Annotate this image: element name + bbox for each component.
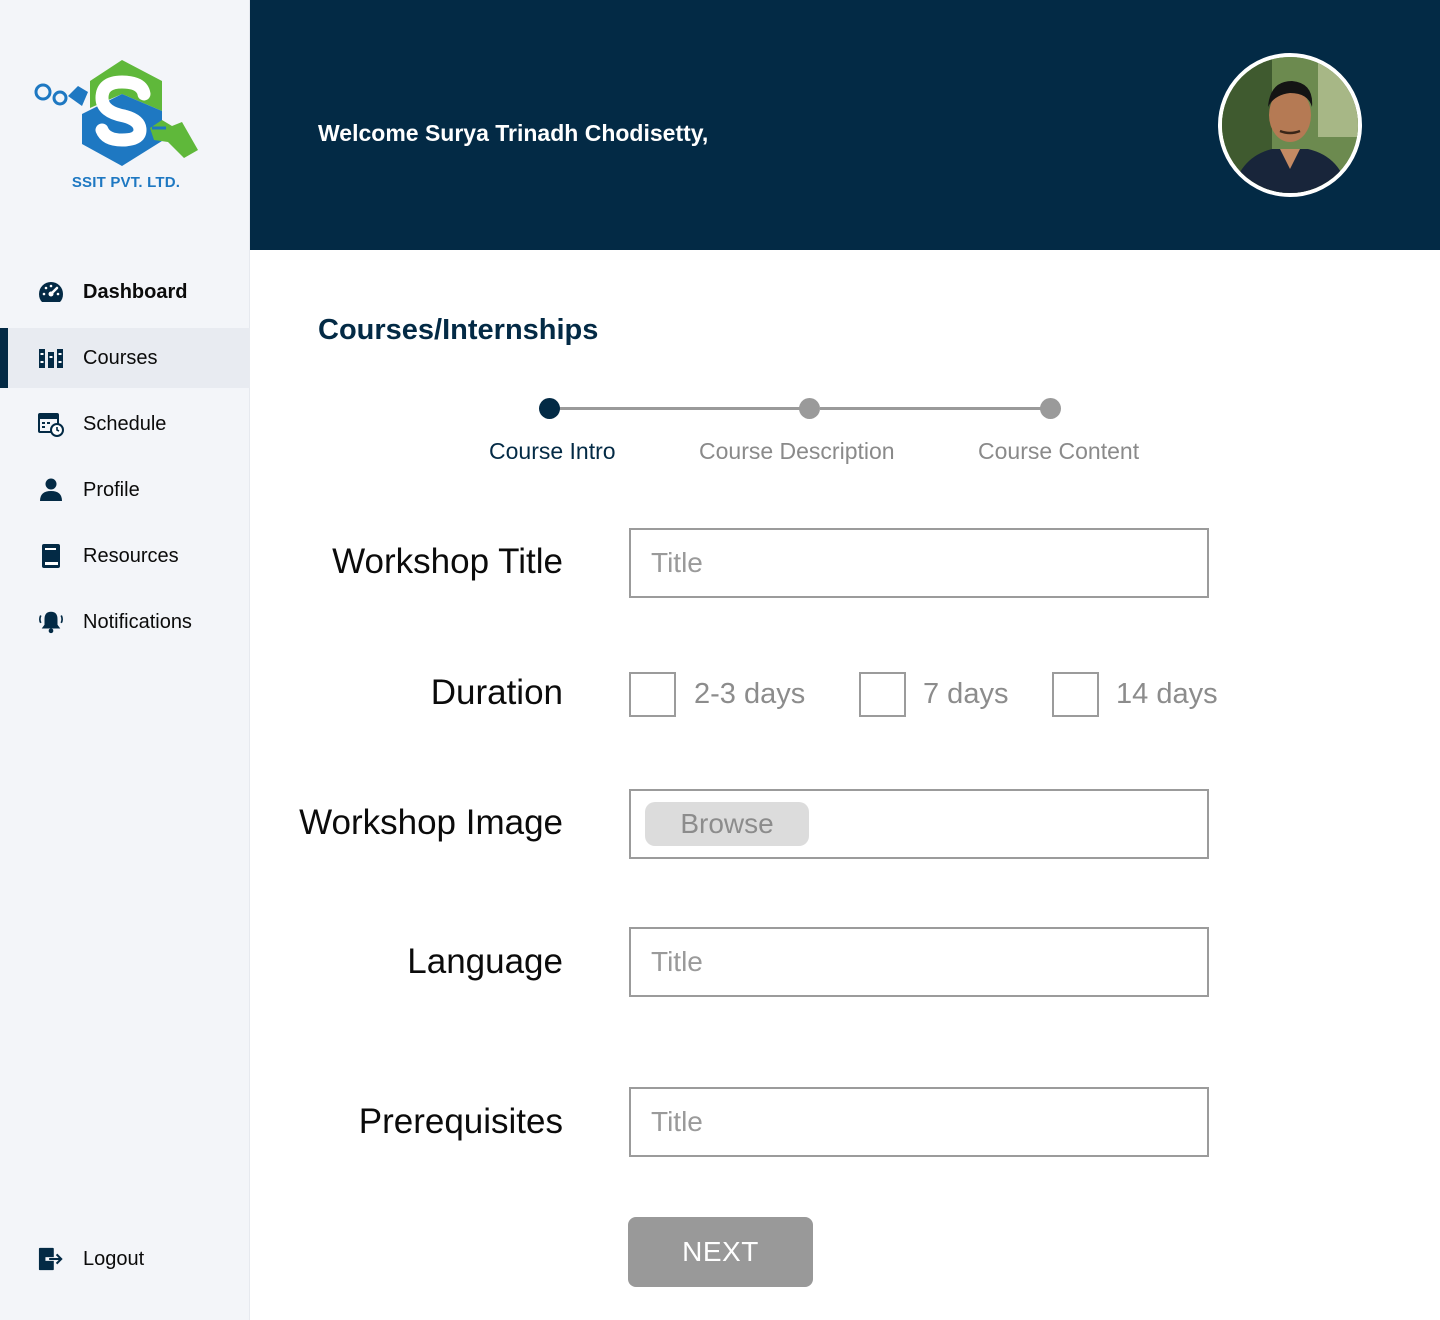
language-input[interactable] (629, 927, 1209, 997)
step-dot-course-intro[interactable] (539, 398, 560, 419)
duration-checkbox-7-days[interactable] (859, 672, 906, 717)
logout-icon (38, 1246, 64, 1272)
books-icon (38, 345, 64, 371)
workshop-title-label: Workshop Title (332, 542, 563, 581)
logout-label: Logout (83, 1247, 145, 1270)
duration-option-label: 14 days (1116, 678, 1218, 710)
profile-photo (1222, 57, 1358, 193)
calendar-clock-icon (38, 411, 64, 437)
book-icon (38, 543, 64, 569)
browse-button[interactable]: Browse (645, 802, 809, 846)
logout-button[interactable]: Logout (0, 1229, 250, 1289)
sidebar-item-schedule[interactable]: Schedule (0, 394, 250, 454)
stepper-connector (559, 407, 809, 410)
step-course-content[interactable]: Course Content (978, 438, 1139, 465)
sidebar-item-label: Notifications (83, 610, 192, 633)
sidebar: SSIT PVT. LTD. Dashboard Courses Schedul… (0, 0, 250, 1320)
workshop-title-input[interactable] (629, 528, 1209, 598)
welcome-message: Welcome Surya Trinadh Chodisetty, (318, 120, 709, 146)
sidebar-item-resources[interactable]: Resources (0, 526, 250, 586)
sidebar-item-notifications[interactable]: Notifications (0, 592, 250, 652)
duration-option-label: 2-3 days (694, 678, 806, 710)
duration-checkbox-14-days[interactable] (1052, 672, 1099, 717)
sidebar-item-courses[interactable]: Courses (0, 328, 250, 388)
bell-icon (38, 609, 64, 635)
sidebar-item-label: Schedule (83, 412, 167, 435)
sidebar-item-label: Courses (83, 346, 158, 369)
sidebar-item-label: Profile (83, 478, 140, 501)
step-dot-course-content[interactable] (1040, 398, 1061, 419)
ssit-logo-mark (34, 60, 198, 166)
prerequisites-input[interactable] (629, 1087, 1209, 1157)
step-course-intro[interactable]: Course Intro (489, 438, 616, 465)
duration-label: Duration (430, 673, 563, 712)
sidebar-item-label: Resources (83, 544, 179, 567)
company-name: SSIT PVT. LTD. (71, 174, 181, 191)
speedometer-icon (38, 279, 64, 305)
workshop-image-label: Workshop Image (299, 803, 563, 842)
duration-option-label: 7 days (923, 678, 1009, 710)
person-icon (38, 477, 64, 503)
top-header: Welcome Surya Trinadh Chodisetty, (250, 0, 1440, 250)
sidebar-nav: Dashboard Courses Schedule Profile Resou… (0, 262, 250, 658)
sidebar-item-dashboard[interactable]: Dashboard (0, 262, 250, 322)
stepper-connector (820, 407, 1050, 410)
prerequisites-label: Prerequisites (358, 1102, 563, 1141)
company-logo: SSIT PVT. LTD. (32, 56, 204, 196)
next-button[interactable]: NEXT (628, 1217, 813, 1287)
step-course-description[interactable]: Course Description (699, 438, 895, 465)
page-title: Courses/Internships (318, 314, 599, 346)
workshop-image-field: Browse (629, 789, 1209, 859)
sidebar-item-profile[interactable]: Profile (0, 460, 250, 520)
language-label: Language (407, 942, 563, 981)
duration-checkbox-2-3-days[interactable] (629, 672, 676, 717)
avatar[interactable] (1218, 53, 1362, 197)
step-dot-course-description[interactable] (799, 398, 820, 419)
sidebar-item-label: Dashboard (83, 280, 188, 303)
